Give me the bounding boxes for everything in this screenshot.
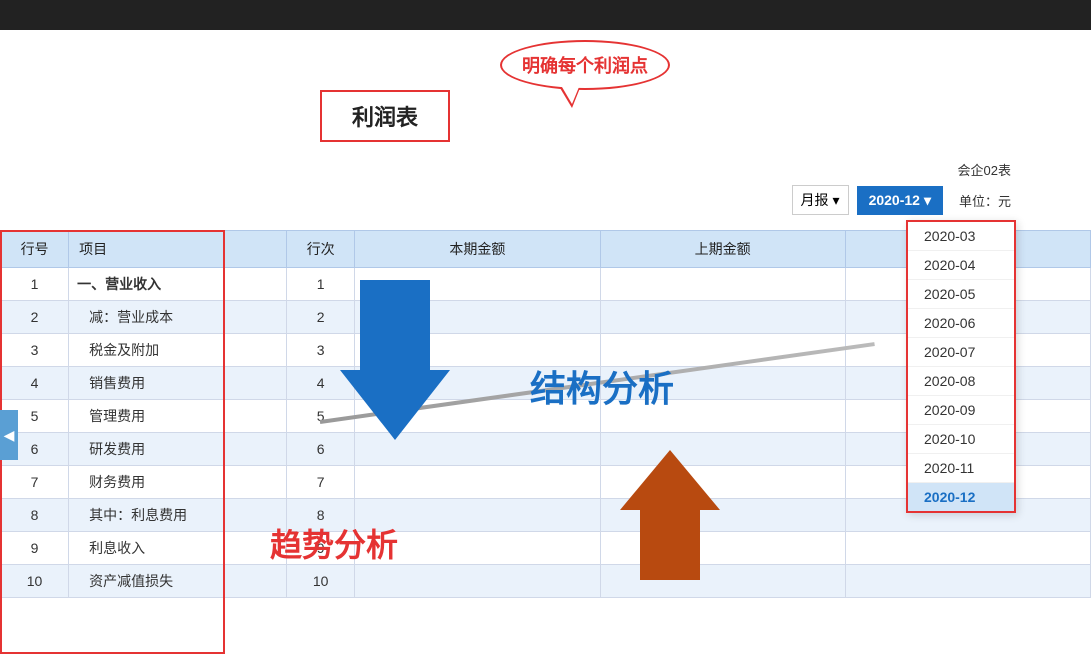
dropdown-item-2020-07[interactable]: 2020-07: [908, 338, 1014, 367]
bubble-text: 明确每个利润点: [500, 40, 670, 90]
cell-hang: 3: [1, 334, 69, 367]
dropdown-item-2020-03[interactable]: 2020-03: [908, 222, 1014, 251]
table-row: 9利息收入9: [1, 532, 1091, 565]
cell-item: 财务费用: [69, 466, 287, 499]
report-type-label: 月报: [801, 190, 829, 210]
cell-item: 销售费用: [69, 367, 287, 400]
selected-date-label: 2020-12: [869, 192, 920, 208]
cell-item: 资产减值损失: [69, 565, 287, 598]
cell-hang: 1: [1, 268, 69, 301]
th-hang: 行号: [1, 231, 69, 268]
th-current: 本期金额: [355, 231, 600, 268]
title-text: 利润表: [352, 105, 418, 130]
controls-row: 月报 ▾ 2020-12 ▾ 单位：元: [792, 185, 1011, 215]
brown-up-arrow: [620, 450, 720, 585]
sidebar-toggle[interactable]: ◀: [0, 410, 18, 460]
dropdown-item-2020-11[interactable]: 2020-11: [908, 454, 1014, 483]
table-row: 10资产减值损失10: [1, 565, 1091, 598]
dropdown-item-2020-04[interactable]: 2020-04: [908, 251, 1014, 280]
cell-hangci: 7: [287, 466, 355, 499]
cell-item: 其中：利息费用: [69, 499, 287, 532]
cell-item: 管理费用: [69, 400, 287, 433]
cell-last-amount: [600, 301, 845, 334]
cell-item: 减：营业成本: [69, 301, 287, 334]
report-type-select[interactable]: 月报 ▾: [792, 185, 849, 215]
cell-hangci: 10: [287, 565, 355, 598]
blue-down-arrow: [340, 280, 450, 445]
cell-item: 利息收入: [69, 532, 287, 565]
cell-item: 一、营业收入: [69, 268, 287, 301]
dropdown-item-2020-08[interactable]: 2020-08: [908, 367, 1014, 396]
dropdown-item-2020-09[interactable]: 2020-09: [908, 396, 1014, 425]
cell-current-amount: [355, 466, 600, 499]
cell-hang: 10: [1, 565, 69, 598]
title-box: 利润表: [320, 90, 450, 142]
cell-current-amount: [355, 565, 600, 598]
cell-hang: 8: [1, 499, 69, 532]
th-last: 上期金额: [600, 231, 845, 268]
cell-hang: 9: [1, 532, 69, 565]
th-item: 项目: [69, 231, 287, 268]
report-type-chevron: ▾: [833, 192, 840, 209]
bubble-tail-inner: [562, 87, 579, 104]
main-content: 明确每个利润点 利润表 会企02表 月报 ▾ 2020-12 ▾ 单位：元 20…: [0, 30, 1091, 654]
date-select-button[interactable]: 2020-12 ▾: [857, 186, 943, 215]
cell-year-amount: [845, 532, 1090, 565]
cell-item: 税金及附加: [69, 334, 287, 367]
date-dropdown: 2020-032020-042020-052020-062020-072020-…: [906, 220, 1016, 513]
dropdown-item-2020-10[interactable]: 2020-10: [908, 425, 1014, 454]
dropdown-item-2020-12[interactable]: 2020-12: [908, 483, 1014, 511]
cell-last-amount: [600, 268, 845, 301]
sidebar-toggle-arrow: ◀: [4, 427, 15, 444]
dropdown-item-2020-06[interactable]: 2020-06: [908, 309, 1014, 338]
cell-year-amount: [845, 565, 1090, 598]
unit-label: 单位：元: [959, 191, 1011, 210]
th-hangci: 行次: [287, 231, 355, 268]
cell-hang: 2: [1, 301, 69, 334]
structure-analysis-text: 结构分析: [530, 360, 674, 412]
cell-hang: 7: [1, 466, 69, 499]
trend-analysis-text: 趋势分析: [270, 520, 398, 566]
dropdown-item-2020-05[interactable]: 2020-05: [908, 280, 1014, 309]
top-bar: [0, 0, 1091, 30]
speech-bubble: 明确每个利润点: [500, 40, 670, 90]
company-label: 会企02表: [958, 160, 1011, 179]
date-chevron: ▾: [924, 192, 931, 209]
cell-item: 研发费用: [69, 433, 287, 466]
cell-hang: 4: [1, 367, 69, 400]
